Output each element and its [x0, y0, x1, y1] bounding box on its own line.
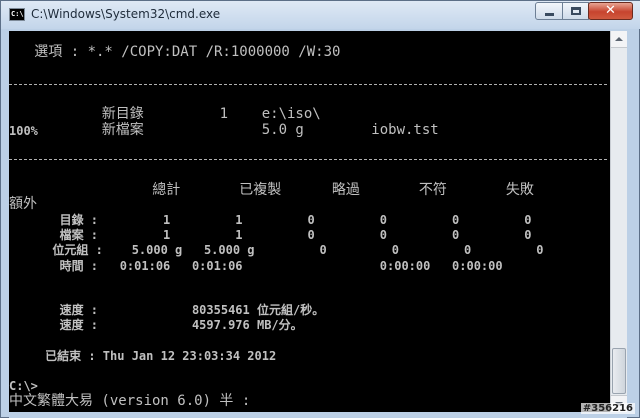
divider — [9, 159, 607, 160]
console-output[interactable]: 選項 : *.* /COPY:DAT /R:1000000 /W:30 新目錄 … — [9, 31, 610, 412]
new-file-line: 新檔案 5.0 g iobw.tst — [9, 122, 439, 138]
ime-status: 中文繁體大易 (version 6.0) 半 : — [9, 393, 251, 409]
ended-time: 已結束 : Thu Jan 12 23:03:34 2012 — [9, 349, 277, 363]
close-icon: ✕ — [605, 3, 616, 18]
new-dir-line: 新目錄 1 e:\iso\ — [9, 106, 321, 122]
robocopy-options: 選項 : *.* /COPY:DAT /R:1000000 /W:30 — [9, 44, 341, 60]
cmd-window: C:\ C:\Windows\System32\cmd.exe ✕ 選項 : *… — [0, 0, 640, 418]
speed-bytes: 速度 : 80355461 位元組/秒。 — [9, 303, 325, 317]
title-bar[interactable]: C:\ C:\Windows\System32\cmd.exe ✕ — [1, 1, 640, 29]
maximize-button[interactable] — [562, 2, 589, 20]
stats-row-dirs: 目錄 : 1 1 0 0 0 0 — [9, 213, 532, 227]
watermark: #356216 — [580, 403, 635, 414]
stats-row-times: 時間 : 0:01:06 0:01:06 0:00:00 0:00:00 — [9, 259, 503, 273]
vertical-scrollbar[interactable] — [610, 31, 627, 412]
window-title: C:\Windows\System32\cmd.exe — [31, 7, 221, 21]
stats-row-files: 檔案 : 1 1 0 0 0 0 — [9, 228, 532, 242]
maximize-icon — [571, 7, 581, 15]
command-prompt[interactable]: C:\> — [9, 379, 38, 393]
speed-mb: 速度 : 4597.976 MB/分。 — [9, 318, 303, 332]
scroll-thumb[interactable] — [612, 348, 626, 394]
stats-header: 總計 已複製 略過 不符 失敗 — [9, 182, 534, 198]
minimize-icon — [545, 13, 554, 16]
scroll-up-button[interactable] — [611, 31, 627, 48]
minimize-button[interactable] — [535, 2, 563, 20]
extra-label: 額外 — [9, 196, 37, 212]
stats-row-bytes: 位元組 : 5.000 g 5.000 g 0 0 0 0 — [9, 243, 544, 257]
up-arrow-icon — [615, 37, 623, 41]
close-button[interactable]: ✕ — [588, 2, 633, 20]
console-app-icon[interactable]: C:\ — [9, 8, 25, 21]
divider — [9, 84, 607, 85]
window-bottom-border — [9, 412, 627, 418]
